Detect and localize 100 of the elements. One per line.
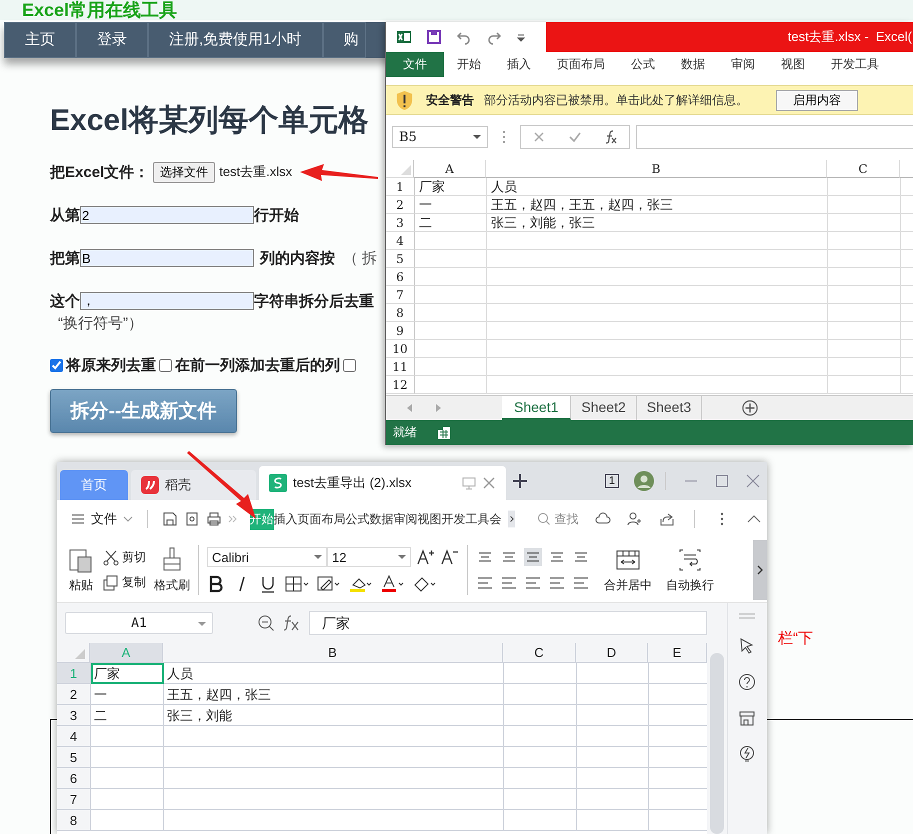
document-tab[interactable]: 稻壳 [131,470,256,500]
ribbon-tab[interactable]: 会 [490,508,502,530]
ribbon-tab[interactable]: 公式 [618,52,668,77]
export-icon[interactable] [184,511,200,527]
add-user-icon[interactable] [627,511,644,527]
name-box[interactable]: A1 [65,612,213,634]
formula-field[interactable] [636,125,913,149]
row-header[interactable]: 8 [386,304,415,322]
name-box[interactable]: B5 [392,126,488,148]
ribbon-tab[interactable]: 开发工具 [818,52,892,77]
underline-icon[interactable] [259,575,277,593]
wrap-text-button[interactable]: 自动换行 [666,546,714,594]
ribbon-tab[interactable]: 数据 [668,52,718,77]
share-icon[interactable] [659,511,676,527]
document-tab[interactable]: test去重导出 (2).xlsx [259,466,506,500]
window-count[interactable]: 1 [604,474,619,488]
copy-button[interactable]: 复制 [103,574,146,591]
ribbon-tab[interactable]: 开发工具 [442,508,490,530]
font-size-dropdown[interactable]: 12 [327,547,411,567]
row-header[interactable]: 5 [386,250,415,268]
row-header[interactable]: 4 [57,726,91,747]
close-icon[interactable] [746,474,760,488]
row-header[interactable]: 2 [386,196,415,214]
start-row-field[interactable]: 2 [80,206,254,224]
avatar[interactable] [634,471,654,491]
ribbon-tab[interactable]: 数据 [370,508,394,530]
enable-content-button[interactable]: 启用内容 [776,90,858,110]
column-header[interactable]: D [576,643,648,663]
ribbon-tab[interactable]: 插入 [494,52,544,77]
ribbon-tab[interactable]: 审阅 [394,508,418,530]
security-message[interactable]: 部分活动内容已被禁用。单击此处了解详细信息。 [484,92,748,108]
save-icon[interactable] [426,29,442,45]
option-checkbox[interactable] [159,358,172,372]
bold-icon[interactable] [207,575,225,593]
row-header[interactable]: 12 [386,376,415,394]
decrease-font-icon[interactable] [441,548,459,566]
add-sheet-icon[interactable] [742,400,758,416]
ribbon-tab[interactable]: 公式 [346,508,370,530]
vertical-scrollbar[interactable] [707,603,727,834]
align-icon[interactable] [524,548,542,566]
paste-button[interactable]: 粘贴 [67,546,95,594]
option-checkbox[interactable] [50,358,63,372]
column-field[interactable]: B [80,249,254,267]
nav-link[interactable]: 购 [322,22,366,58]
function-icon[interactable] [604,130,618,144]
print-icon[interactable] [206,511,222,527]
cut-button[interactable]: 剪切 [103,549,146,566]
row-header[interactable]: 7 [386,286,415,304]
new-tab-icon[interactable] [511,472,529,490]
store-icon[interactable] [738,709,756,727]
font-color-icon[interactable] [381,575,405,593]
borders-icon[interactable] [285,575,309,593]
choose-file-button[interactable]: 选择文件 [153,162,216,182]
row-header[interactable]: 1 [386,178,415,196]
close-icon[interactable] [482,476,496,490]
row-header[interactable]: 3 [386,214,415,232]
formula-field[interactable]: 厂家 [309,611,707,635]
column-header[interactable]: B [486,160,827,178]
row-header[interactable]: 3 [57,705,91,726]
separator-field[interactable]: ， [80,292,254,310]
row-header[interactable]: 6 [386,268,415,286]
nav-link[interactable]: 登录 [76,22,148,58]
search-field[interactable]: 查找 [537,510,578,528]
nav-link[interactable]: 主页 [4,22,76,58]
row-header[interactable]: 6 [57,768,91,789]
ribbon-tab[interactable]: 视图 [418,508,442,530]
maximize-icon[interactable] [715,474,729,488]
check-icon[interactable] [568,130,582,144]
spreadsheet-logo-icon[interactable] [396,29,412,45]
help-icon[interactable] [738,673,756,691]
ribbon-tab[interactable]: 页面布局 [298,508,346,530]
column-header[interactable]: A [414,160,486,178]
row-header[interactable]: 8 [57,810,91,831]
file-menu[interactable]: 文件 [91,510,117,528]
caret-icon[interactable] [516,32,526,42]
eraser-icon[interactable] [413,575,437,593]
row-header[interactable]: 10 [386,340,415,358]
font-dropdown[interactable]: Calibri [207,547,327,567]
format-painter-button[interactable]: 格式刷 [154,546,190,594]
macro-record-icon[interactable] [437,426,451,440]
row-header[interactable]: 11 [386,358,415,376]
ribbon-tab[interactable]: 页面布局 [544,52,618,77]
increase-font-icon[interactable] [417,548,435,566]
row-header[interactable]: 7 [57,789,91,810]
chevron-down-icon[interactable] [123,514,133,524]
merge-center-button[interactable]: 合并居中 [604,546,652,594]
cell-style-icon[interactable] [317,575,341,593]
row-header[interactable]: 5 [57,747,91,768]
menu-icon[interactable] [71,512,85,526]
sheet-tab[interactable]: Sheet1 [502,396,572,420]
zoom-icon[interactable] [257,614,275,632]
lightning-icon[interactable] [738,745,756,763]
ribbon-tab[interactable]: 审阅 [718,52,768,77]
function-icon[interactable] [283,614,301,632]
column-header[interactable]: C [503,643,576,663]
ribbon-tab[interactable]: 视图 [768,52,818,77]
row-header[interactable]: 2 [57,684,91,705]
option-checkbox[interactable] [343,358,356,372]
row-header[interactable]: 9 [386,322,415,340]
column-header[interactable]: B [163,643,503,663]
